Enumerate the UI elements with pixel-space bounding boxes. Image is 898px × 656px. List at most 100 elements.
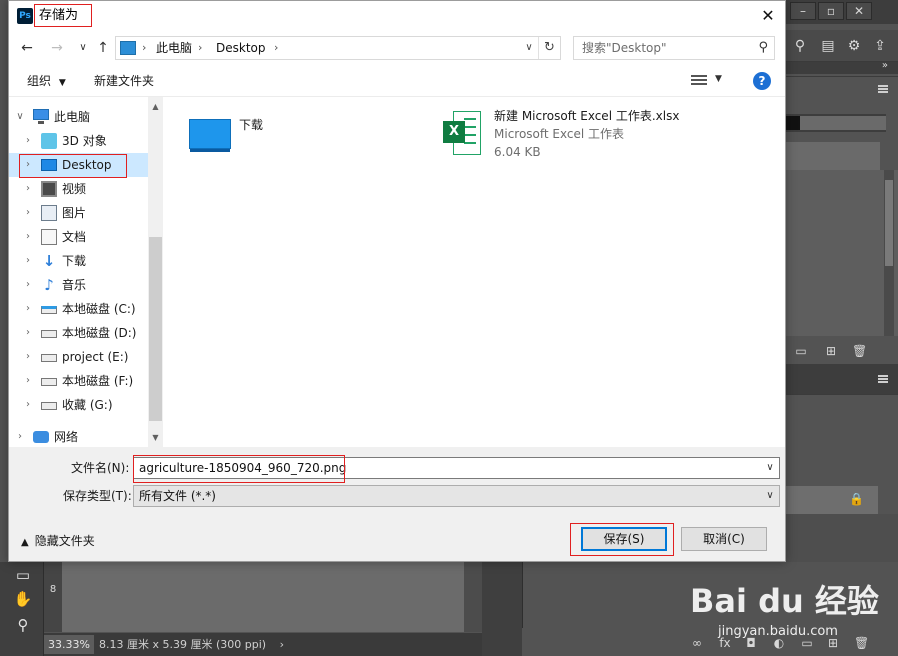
- ps-fx-icon[interactable]: fx: [718, 636, 732, 650]
- tree-item-videos[interactable]: › 视频: [9, 177, 148, 201]
- collapsed-chevron-icon[interactable]: ›: [23, 181, 33, 197]
- ps-share-icon[interactable]: ⇪: [870, 36, 890, 56]
- ps-group-icon[interactable]: ▭: [800, 636, 814, 650]
- collapsed-chevron-icon[interactable]: ›: [23, 397, 33, 413]
- tree-item-documents[interactable]: › 文档: [9, 225, 148, 249]
- tree-item-drive-g[interactable]: › 收藏 (G:): [9, 393, 148, 417]
- search-input[interactable]: 搜索"Desktop" ⚲: [573, 36, 775, 60]
- expanded-chevron-icon[interactable]: ∨: [15, 109, 25, 125]
- tree-item-this-pc[interactable]: ∨ 此电脑: [9, 105, 148, 129]
- ps-folder-icon[interactable]: ▭: [794, 344, 808, 358]
- collapsed-chevron-icon[interactable]: ›: [23, 253, 33, 269]
- collapsed-chevron-icon[interactable]: ›: [23, 301, 33, 317]
- collapsed-chevron-icon[interactable]: ›: [23, 229, 33, 245]
- drive-icon: [41, 354, 57, 362]
- ps-mask-icon[interactable]: ◘: [744, 636, 758, 650]
- tree-item-drive-f[interactable]: › 本地磁盘 (F:): [9, 369, 148, 393]
- new-folder-button[interactable]: 新建文件夹: [94, 73, 154, 89]
- ps-collapse-bar: »: [786, 60, 898, 74]
- ps-hand-icon[interactable]: ✋: [12, 588, 34, 610]
- address-dropdown-icon[interactable]: ∨: [522, 40, 536, 56]
- ps-options-strip: ⚲ ▤ ⚙ ⇪: [786, 30, 898, 62]
- recent-dropdown-icon[interactable]: ∨: [73, 39, 93, 57]
- collapsed-chevron-icon[interactable]: ›: [23, 373, 33, 389]
- collapsed-chevron-icon[interactable]: ›: [23, 133, 33, 149]
- hide-folders-toggle[interactable]: ▲ 隐藏文件夹: [21, 533, 95, 551]
- cancel-button[interactable]: 取消(C): [681, 527, 767, 551]
- tree-item-drive-d[interactable]: › 本地磁盘 (D:): [9, 321, 148, 345]
- breadcrumb-separator-icon[interactable]: ›: [198, 41, 202, 55]
- tree-item-music[interactable]: › ♪ 音乐: [9, 273, 148, 297]
- collapsed-chevron-icon[interactable]: ›: [15, 429, 25, 445]
- breadcrumb-desktop[interactable]: Desktop: [216, 40, 266, 56]
- navigation-pane: ∨ 此电脑 › 3D 对象 › Desktop › 视频 › 图片 › 文档 ›…: [9, 97, 163, 447]
- ps-new-icon[interactable]: ⊞: [824, 344, 838, 358]
- scroll-down-icon[interactable]: ▼: [148, 430, 163, 445]
- collapsed-chevron-icon[interactable]: ›: [23, 277, 33, 293]
- tree-label: 本地磁盘 (D:): [62, 326, 137, 340]
- view-dropdown-icon[interactable]: ▼: [715, 74, 722, 84]
- tree-item-downloads[interactable]: › ↓ 下载: [9, 249, 148, 273]
- collapsed-chevron-icon[interactable]: ›: [23, 325, 33, 341]
- tree-item-network[interactable]: › 网络: [9, 425, 148, 449]
- scroll-up-icon[interactable]: ▲: [148, 99, 163, 114]
- ps-zoom-field[interactable]: 33.33%: [44, 635, 94, 654]
- scroll-thumb[interactable]: [149, 237, 162, 421]
- tree-label: 本地磁盘 (C:): [62, 302, 136, 316]
- ps-trash-icon[interactable]: 🗑: [852, 344, 867, 358]
- search-placeholder: 搜索"Desktop": [582, 41, 667, 55]
- organize-button[interactable]: 组织 ▼: [27, 73, 66, 91]
- breadcrumb-separator-icon[interactable]: ›: [274, 41, 278, 55]
- collapsed-chevron-icon[interactable]: ›: [23, 205, 33, 221]
- close-icon[interactable]: ✕: [751, 1, 785, 31]
- tree-item-pictures[interactable]: › 图片: [9, 201, 148, 225]
- ps-zoom-icon[interactable]: ⚲: [12, 614, 34, 636]
- ps-collapse-icon[interactable]: »: [882, 60, 888, 71]
- ps-maximize-icon[interactable]: ▫: [818, 2, 844, 20]
- desktop-highlight-box: [19, 154, 127, 178]
- music-icon: ♪: [44, 276, 54, 294]
- drive-icon: [41, 330, 57, 338]
- search-icon[interactable]: ⚲: [758, 40, 768, 56]
- breadcrumb-this-pc[interactable]: 此电脑: [156, 40, 192, 56]
- breadcrumb-separator-icon[interactable]: ›: [142, 41, 146, 55]
- tree-item-drive-e[interactable]: › project (E:): [9, 345, 148, 369]
- address-row: ← → ∨ ↑ › 此电脑 › Desktop › ∨ ↻ 搜索"Desktop…: [9, 31, 785, 65]
- ps-newlayer-icon[interactable]: ⊞: [826, 636, 840, 650]
- up-arrow-icon[interactable]: ↑: [93, 39, 113, 57]
- ps-minimize-icon[interactable]: –: [790, 2, 816, 20]
- ps-workspace-icon[interactable]: ▤: [818, 36, 838, 56]
- ps-panel-menu-icon[interactable]: [878, 85, 888, 93]
- address-bar[interactable]: › 此电脑 › Desktop › ∨ ↻: [115, 36, 561, 60]
- ps-panel-menu-icon-2[interactable]: [878, 375, 888, 383]
- collapsed-chevron-icon[interactable]: ›: [23, 349, 33, 365]
- ps-close-icon[interactable]: ✕: [846, 2, 872, 20]
- filetype-select[interactable]: 所有文件 (*.*) ∨: [133, 485, 780, 507]
- ps-chevron-right-icon[interactable]: ›: [280, 638, 284, 651]
- ps-link-icon[interactable]: ∞: [690, 636, 704, 650]
- ps-lock-icon[interactable]: 🔒: [849, 492, 864, 506]
- ps-doc-info: 8.13 厘米 x 5.39 厘米 (300 ppi) ›: [99, 633, 284, 656]
- ps-window-controls: – ▫ ✕: [786, 0, 898, 24]
- tree-item-3d-objects[interactable]: › 3D 对象: [9, 129, 148, 153]
- hide-folders-label: 隐藏文件夹: [34, 534, 95, 548]
- refresh-icon[interactable]: ↻: [538, 37, 560, 59]
- nav-scrollbar[interactable]: ▲ ▼: [148, 97, 163, 447]
- forward-arrow-icon[interactable]: →: [47, 39, 67, 57]
- tree-label: 收藏 (G:): [62, 398, 113, 412]
- back-arrow-icon[interactable]: ←: [17, 39, 37, 57]
- tree-label: 下载: [62, 254, 87, 268]
- ps-rect-select-icon[interactable]: ▭: [12, 564, 34, 586]
- organize-label: 组织: [27, 74, 52, 88]
- tree-item-drive-c[interactable]: › 本地磁盘 (C:): [9, 297, 148, 321]
- chevron-down-icon[interactable]: ∨: [761, 458, 779, 478]
- chevron-down-icon[interactable]: ∨: [761, 486, 779, 506]
- network-icon: [33, 431, 49, 443]
- ps-search-icon[interactable]: ⚲: [790, 36, 810, 56]
- ps-adjust-icon[interactable]: ◐: [772, 636, 786, 650]
- ps-gear-icon[interactable]: ⚙: [844, 36, 864, 56]
- help-icon[interactable]: ?: [753, 72, 771, 90]
- view-options-icon[interactable]: [691, 73, 707, 87]
- ps-delete-icon[interactable]: 🗑: [854, 636, 869, 650]
- tree-label: 3D 对象: [62, 134, 107, 148]
